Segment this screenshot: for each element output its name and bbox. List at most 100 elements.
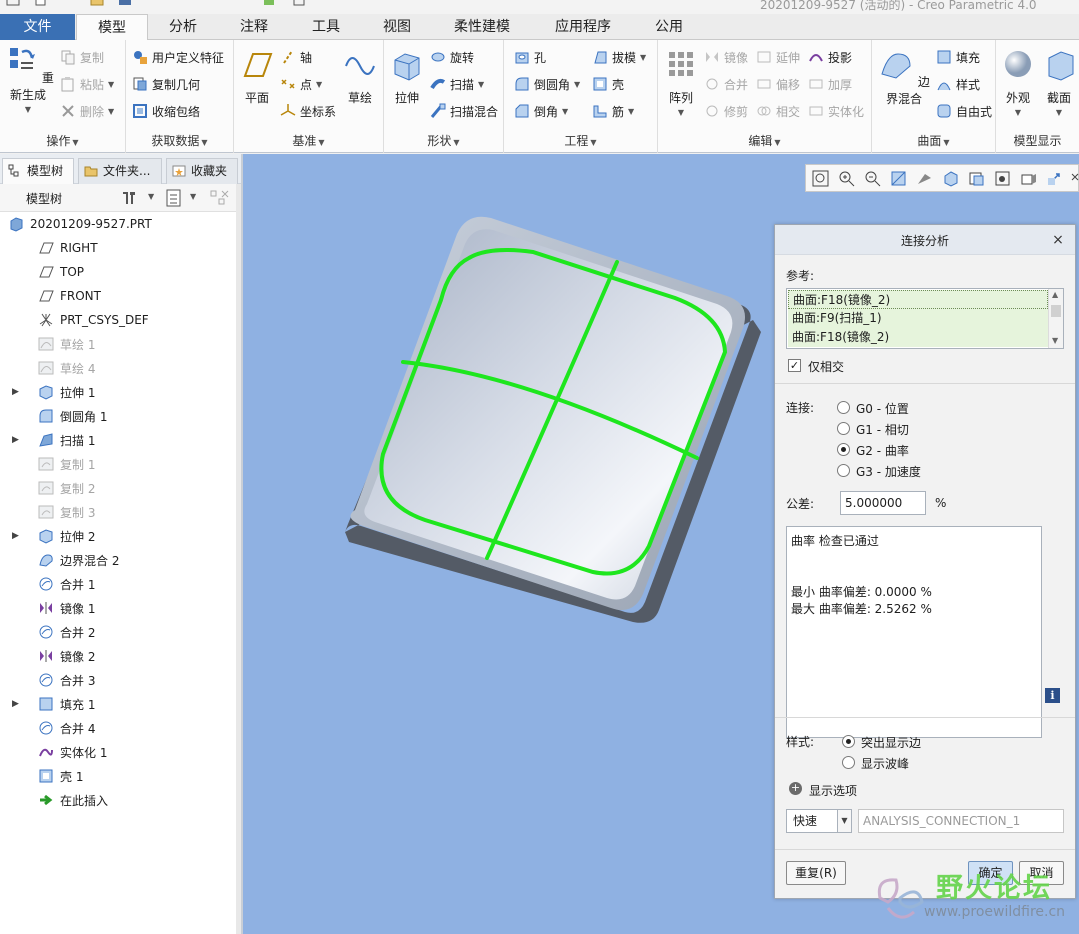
chamfer-button[interactable]: 倒角 ▼ [514,100,568,122]
chevron-down-icon[interactable]: ▼ [190,192,196,201]
repaint-icon[interactable] [890,170,907,187]
tab-model[interactable]: 模型 [76,14,148,41]
extrude-button[interactable]: 拉伸 [388,48,426,106]
freestyle-button[interactable]: 自由式 [936,100,992,122]
point-button[interactable]: 点 ▼ [280,73,322,95]
tree-item[interactable]: ▶ 扫描 1 [0,428,236,452]
tab-utilities[interactable]: 公用 [634,14,704,40]
rib-button[interactable]: 筋 ▼ [592,100,634,122]
chevron-down-icon[interactable]: ▼ [562,107,568,116]
new-file-icon[interactable] [34,0,48,8]
chevron-down-icon[interactable]: ▼ [316,80,322,89]
chevron-down-icon[interactable]: ▼ [837,809,852,833]
delete-button[interactable]: 删除 ▼ [60,100,114,122]
tree-item[interactable]: 边界混合 2 [0,548,236,572]
tree-item[interactable]: 合并 4 [0,716,236,740]
tab-view[interactable]: 视图 [362,14,432,40]
tree-item[interactable]: 镜像 1 [0,596,236,620]
connection-g2-radio[interactable] [837,443,850,456]
tree-item[interactable]: PRT_CSYS_DEF [0,308,236,332]
tree-item[interactable]: 实体化 1 [0,740,236,764]
tab-folder-browser[interactable]: 文件夹... [78,158,162,184]
reference-item[interactable]: 曲面:F9(扫描_1) [788,309,1048,328]
view-manager-icon[interactable] [968,170,985,187]
tree-item[interactable]: 合并 3 [0,668,236,692]
reference-item[interactable]: 曲面:F18(镜像_2) [788,328,1048,347]
expand-plus-icon[interactable]: + [789,782,802,795]
refit-icon[interactable] [812,170,829,187]
chevron-down-icon[interactable]: ▼ [478,80,484,89]
axis-button[interactable]: 轴 [280,46,312,68]
udf-button[interactable]: 用户定义特征 [132,46,224,68]
group-label-surfaces[interactable]: 曲面 ▼ [872,132,995,149]
copy-geometry-button[interactable]: 复制几何 [132,73,200,95]
section-button[interactable]: 截面 ▼ [1040,48,1078,117]
regenerate-button[interactable]: 重新生成 ▼ [2,44,54,114]
tab-tools[interactable]: 工具 [290,14,362,40]
zoom-in-icon[interactable] [838,170,855,187]
sketch-button[interactable]: 草绘 [340,48,380,106]
connection-g3-radio[interactable] [837,464,850,477]
connection-g1-radio[interactable] [837,422,850,435]
group-label-datum[interactable]: 基准 ▼ [234,132,383,149]
paste-button[interactable]: 粘贴 ▼ [60,73,114,95]
intersect-button[interactable]: 相交 [756,100,800,122]
chevron-down-icon[interactable]: ▼ [640,53,646,62]
csys-button[interactable]: 坐标系 [280,100,336,122]
windows-icon[interactable] [292,0,306,8]
regenerate-quick-icon[interactable] [262,0,276,8]
more-icon[interactable] [1070,170,1079,187]
appearance-button[interactable]: 外观 ▼ [998,48,1038,117]
tree-item[interactable]: 合并 2 [0,620,236,644]
zoom-out-icon[interactable] [864,170,881,187]
shell-button[interactable]: 壳 [592,73,624,95]
open-icon[interactable] [90,0,104,8]
tree-item[interactable]: 20201209-9527.PRT [0,212,236,236]
tree-item[interactable]: ▶ 填充 1 [0,692,236,716]
perspective-view-icon[interactable] [994,170,1011,187]
tree-item[interactable]: 倒圆角 1 [0,404,236,428]
group-label-engineering[interactable]: 工程 ▼ [504,132,657,149]
show-list-icon[interactable] [166,189,182,207]
saved-orientations-icon[interactable] [942,170,959,187]
swept-blend-button[interactable]: 扫描混合 [430,100,498,122]
tree-item[interactable]: 草绘 1 [0,332,236,356]
spin-center-icon[interactable] [1046,170,1063,187]
tree-item[interactable]: RIGHT [0,236,236,260]
tree-item[interactable]: TOP [0,260,236,284]
tree-item[interactable]: 草绘 4 [0,356,236,380]
scroll-down-icon[interactable]: ▼ [1052,336,1058,345]
datum-display-icon[interactable] [1020,170,1037,187]
save-icon[interactable] [118,0,132,8]
group-label-shapes[interactable]: 形状 ▼ [384,132,503,149]
tree-item[interactable]: 壳 1 [0,764,236,788]
info-icon[interactable]: i [1045,688,1060,703]
solidify-button[interactable]: 实体化 [808,100,864,122]
intersect-only-checkbox[interactable]: ✓ [788,359,801,372]
tree-item[interactable]: 复制 2 [0,476,236,500]
thicken-button[interactable]: 加厚 [808,73,852,95]
tree-item[interactable]: 合并 1 [0,572,236,596]
chevron-down-icon[interactable]: ▼ [662,108,700,117]
tree-item[interactable]: 复制 1 [0,452,236,476]
group-label-model-display[interactable]: 模型显示 [996,132,1079,149]
reference-item[interactable]: 曲面:F18(镜像_2) [788,290,1048,309]
merge-button[interactable]: 合并 [704,73,748,95]
chevron-down-icon[interactable]: ▼ [148,192,154,201]
settings-icon[interactable] [120,189,138,207]
pattern-button[interactable]: 阵列 ▼ [662,48,700,117]
fill-button[interactable]: 填充 [936,46,980,68]
trim-button[interactable]: 修剪 [704,100,748,122]
offset-button[interactable]: 偏移 [756,73,800,95]
close-icon[interactable]: × [1049,231,1067,249]
tree-item[interactable]: 镜像 2 [0,644,236,668]
style-button[interactable]: 样式 [936,73,980,95]
tree-item[interactable]: ▶ 拉伸 2 [0,524,236,548]
extend-button[interactable]: 延伸 [756,46,800,68]
group-label-get-data[interactable]: 获取数据 ▼ [126,132,233,149]
tab-favorites[interactable]: 收藏夹 [166,158,238,184]
revolve-button[interactable]: 旋转 [430,46,474,68]
style-show-peaks-radio[interactable] [842,756,855,769]
tab-analysis[interactable]: 分析 [148,14,218,40]
analysis-name-field[interactable]: ANALYSIS_CONNECTION_1 [858,809,1064,833]
